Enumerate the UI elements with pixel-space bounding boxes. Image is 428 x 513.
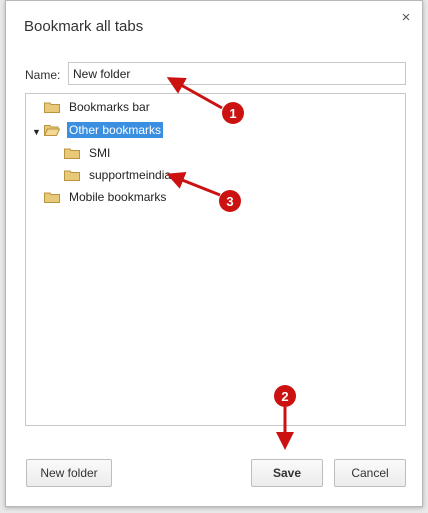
open-folder-icon [44,125,60,136]
folder-tree[interactable]: Bookmarks bar ▼ Other bookmarks SMI supp… [25,93,406,426]
tree-item-smi[interactable]: SMI [64,144,112,162]
close-icon[interactable]: × [398,10,414,26]
tree-item-bookmarks-bar[interactable]: Bookmarks bar [44,98,152,116]
bookmark-all-tabs-dialog: Bookmark all tabs × Name: Bookmarks bar … [5,0,423,507]
tree-item-label: SMI [89,146,111,160]
new-folder-button[interactable]: New folder [26,459,112,487]
cancel-button[interactable]: Cancel [334,459,406,487]
tree-item-label: Bookmarks bar [69,100,150,114]
name-input[interactable] [68,62,406,85]
tree-item-label: supportmeindia [89,168,172,182]
folder-icon [64,170,80,181]
tree-item-supportmeindia[interactable]: supportmeindia [64,166,173,184]
folder-icon [64,148,80,159]
folder-icon [44,102,60,113]
name-label: Name: [25,68,61,82]
tree-item-label: Mobile bookmarks [69,190,167,204]
tree-item-label: Other bookmarks [67,122,164,138]
tree-item-mobile-bookmarks[interactable]: Mobile bookmarks [44,188,168,206]
dialog-title: Bookmark all tabs [24,18,144,35]
expand-arrow-icon[interactable]: ▼ [32,127,41,137]
tree-item-other-bookmarks[interactable]: Other bookmarks [44,121,164,139]
folder-icon [44,192,60,203]
save-button[interactable]: Save [251,459,323,487]
